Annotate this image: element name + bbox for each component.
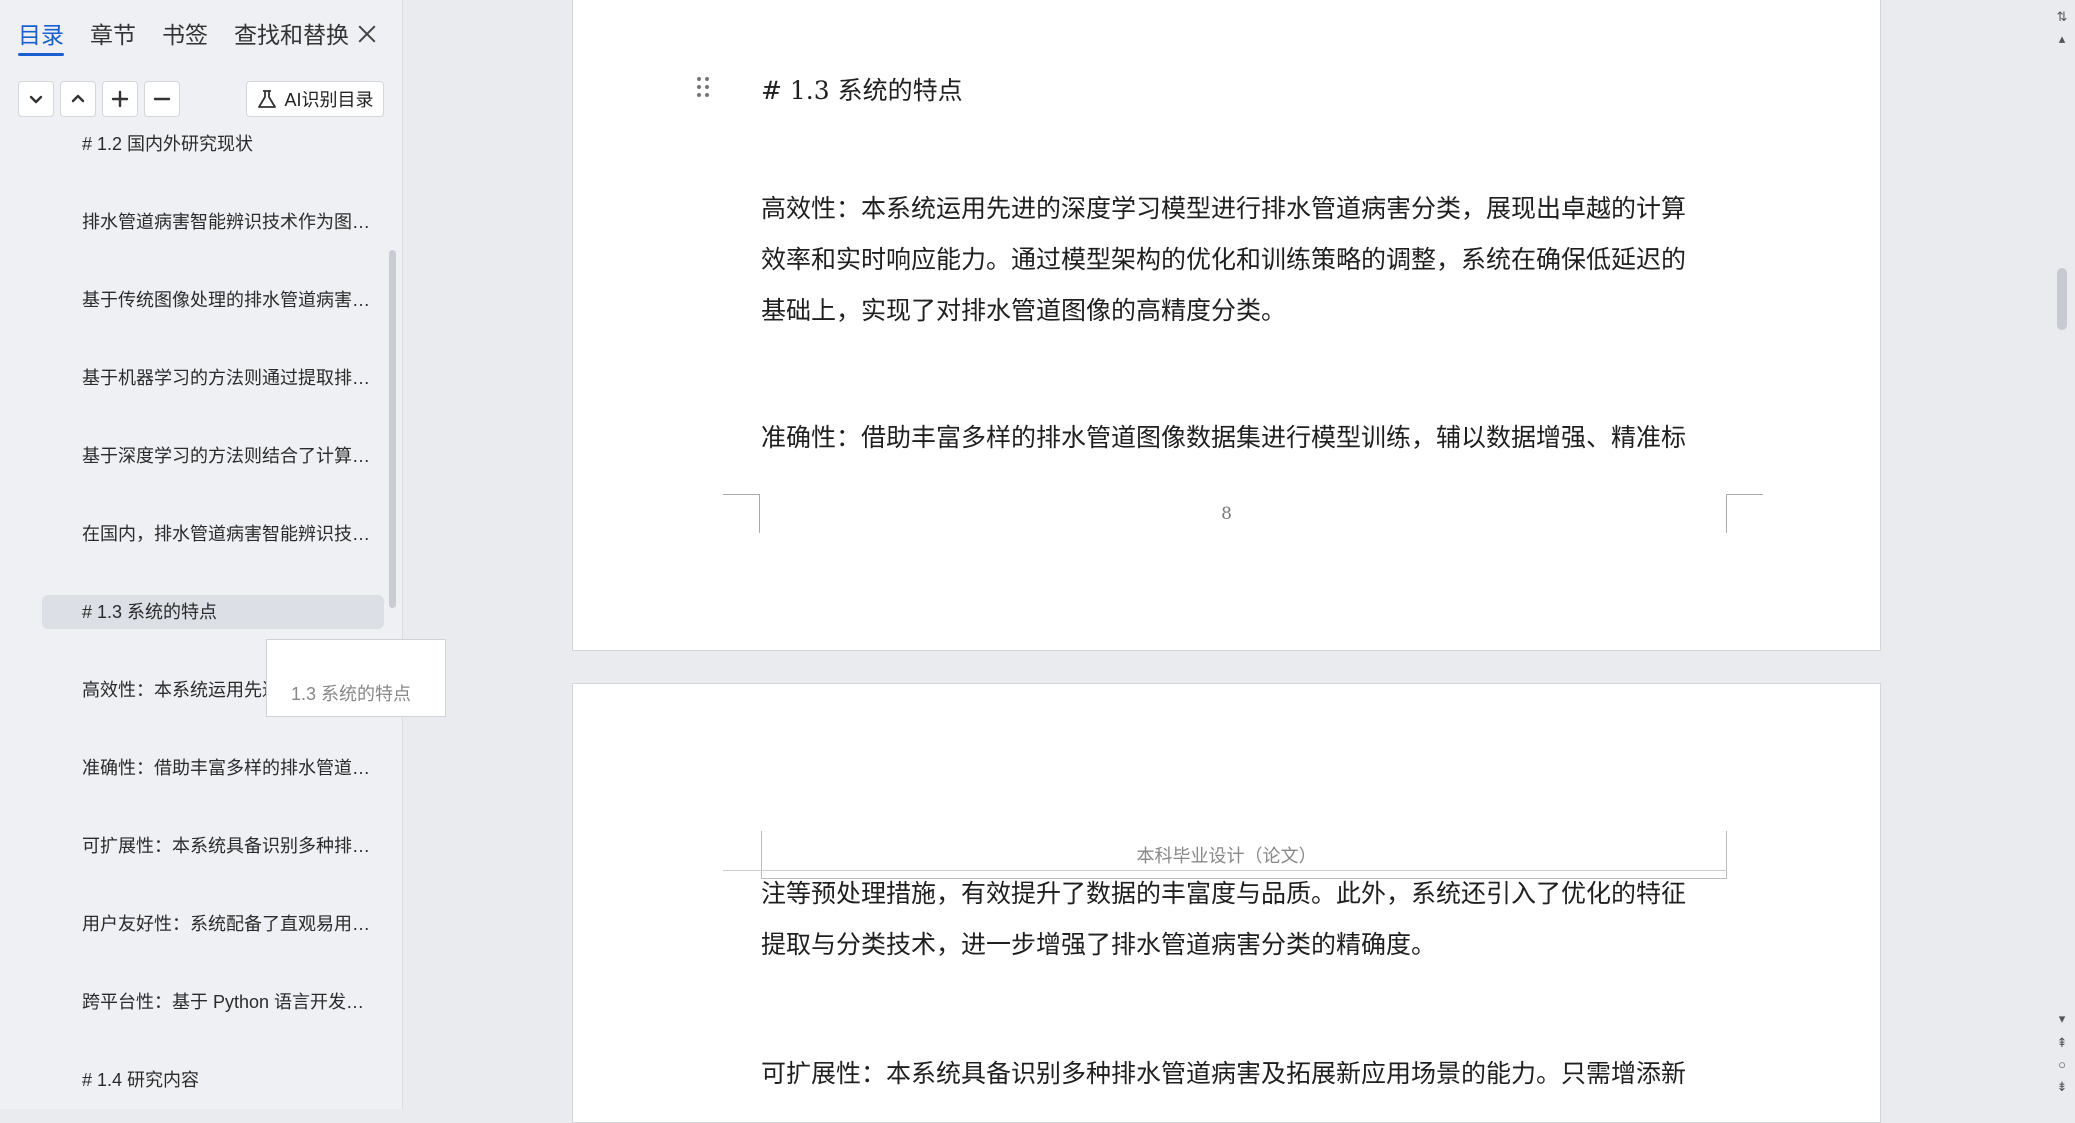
scroll-up-icon[interactable]: ▴ <box>2054 32 2070 46</box>
chevron-up-icon <box>71 94 85 103</box>
toc-tooltip: 1.3 系统的特点 <box>266 639 446 717</box>
plus-icon <box>111 90 129 108</box>
paragraph-line[interactable]: 注等预处理措施，有效提升了数据的丰富度与品质。此外，系统还引入了优化的特征 <box>761 868 1727 919</box>
toc-item[interactable]: 跨平台性：基于 Python 语言开发… <box>82 990 382 1014</box>
toc-item[interactable]: 基于深度学习的方法则结合了计算… <box>82 444 382 468</box>
ai-button-label: AI识别目录 <box>284 90 374 110</box>
prev-page-icon[interactable]: ⇞ <box>2054 1036 2070 1050</box>
ai-recognize-toc-button[interactable]: AI识别目录 <box>246 81 384 117</box>
paragraph-line[interactable]: 基础上，实现了对排水管道图像的高精度分类。 <box>761 285 1727 336</box>
nav-tabs: 目录 章节 书签 查找和替换 <box>18 18 375 58</box>
tab-find-replace[interactable]: 查找和替换 <box>234 18 349 58</box>
toc-item[interactable]: 在国内，排水管道病害智能辨识技… <box>82 522 382 546</box>
tab-bookmarks[interactable]: 书签 <box>162 18 208 58</box>
toc-item[interactable]: 用户友好性：系统配备了直观易用… <box>82 912 382 936</box>
toc-scrollbar[interactable] <box>389 250 396 608</box>
collapse-up-button[interactable] <box>60 81 96 117</box>
page-number: 8 <box>1221 504 1232 524</box>
toc-item[interactable]: # 1.2 国内外研究现状 <box>82 132 382 156</box>
paragraph-line[interactable]: 可扩展性：本系统具备识别多种排水管道病害及拓展新应用场景的能力。只需增添新 <box>761 1048 1727 1099</box>
scroll-down-icon[interactable]: ▾ <box>2054 1012 2070 1026</box>
toc-list: # 1.2 国内外研究现状 排水管道病害智能辨识技术作为图… 基于传统图像处理的… <box>0 124 390 1109</box>
tooltip-text: 1.3 系统的特点 <box>291 684 412 704</box>
next-page-icon[interactable]: ⇟ <box>2054 1080 2070 1094</box>
select-browse-object-icon[interactable]: ○ <box>2054 1058 2070 1072</box>
document-page: # 1.3 系统的特点 高效性：本系统运用先进的深度学习模型进行排水管道病害分类… <box>572 0 1881 651</box>
toc-item[interactable]: 基于传统图像处理的排水管道病害… <box>82 288 382 312</box>
add-item-button[interactable] <box>102 81 138 117</box>
paragraph-line[interactable]: 提取与分类技术，进一步增强了排水管道病害分类的精确度。 <box>761 919 1727 970</box>
toc-item[interactable]: # 1.4 研究内容 <box>82 1068 382 1092</box>
document-page: 本科毕业设计（论文） 注等预处理措施，有效提升了数据的丰富度与品质。此外，系统还… <box>572 683 1881 1123</box>
paragraph-line[interactable]: 准确性：借助丰富多样的排水管道图像数据集进行模型训练，辅以数据增强、精准标 <box>761 412 1727 463</box>
toc-item[interactable]: 可扩展性：本系统具备识别多种排… <box>82 834 382 858</box>
drag-handle-icon[interactable] <box>695 75 711 99</box>
minus-icon <box>153 97 171 101</box>
close-icon[interactable] <box>352 20 382 50</box>
remove-item-button[interactable] <box>144 81 180 117</box>
paragraph-line[interactable]: 高效性：本系统运用先进的深度学习模型进行排水管道病害分类，展现出卓越的计算 <box>761 183 1727 234</box>
toc-item[interactable]: 基于机器学习的方法则通过提取排… <box>82 366 382 390</box>
section-heading[interactable]: # 1.3 系统的特点 <box>761 71 963 107</box>
toc-item[interactable]: 排水管道病害智能辨识技术作为图… <box>82 210 382 234</box>
paragraph-line[interactable]: 效率和实时响应能力。通过模型架构的优化和训练策略的调整，系统在确保低延迟的 <box>761 234 1727 285</box>
tab-chapters[interactable]: 章节 <box>90 18 136 58</box>
document-scrollbar[interactable] <box>2057 268 2067 330</box>
toc-item-selected[interactable]: # 1.3 系统的特点 <box>82 600 382 624</box>
chevron-down-icon <box>29 95 43 104</box>
split-view-icon[interactable]: ⇅ <box>2054 10 2070 24</box>
tab-toc[interactable]: 目录 <box>18 18 64 58</box>
navigation-panel: 目录 章节 书签 查找和替换 AI识别目录 # 1.2 国内外研究现状 排水管道… <box>0 0 403 1109</box>
expand-down-button[interactable] <box>18 81 54 117</box>
toc-item[interactable]: 准确性：借助丰富多样的排水管道… <box>82 756 382 780</box>
ai-flask-icon <box>258 90 277 108</box>
